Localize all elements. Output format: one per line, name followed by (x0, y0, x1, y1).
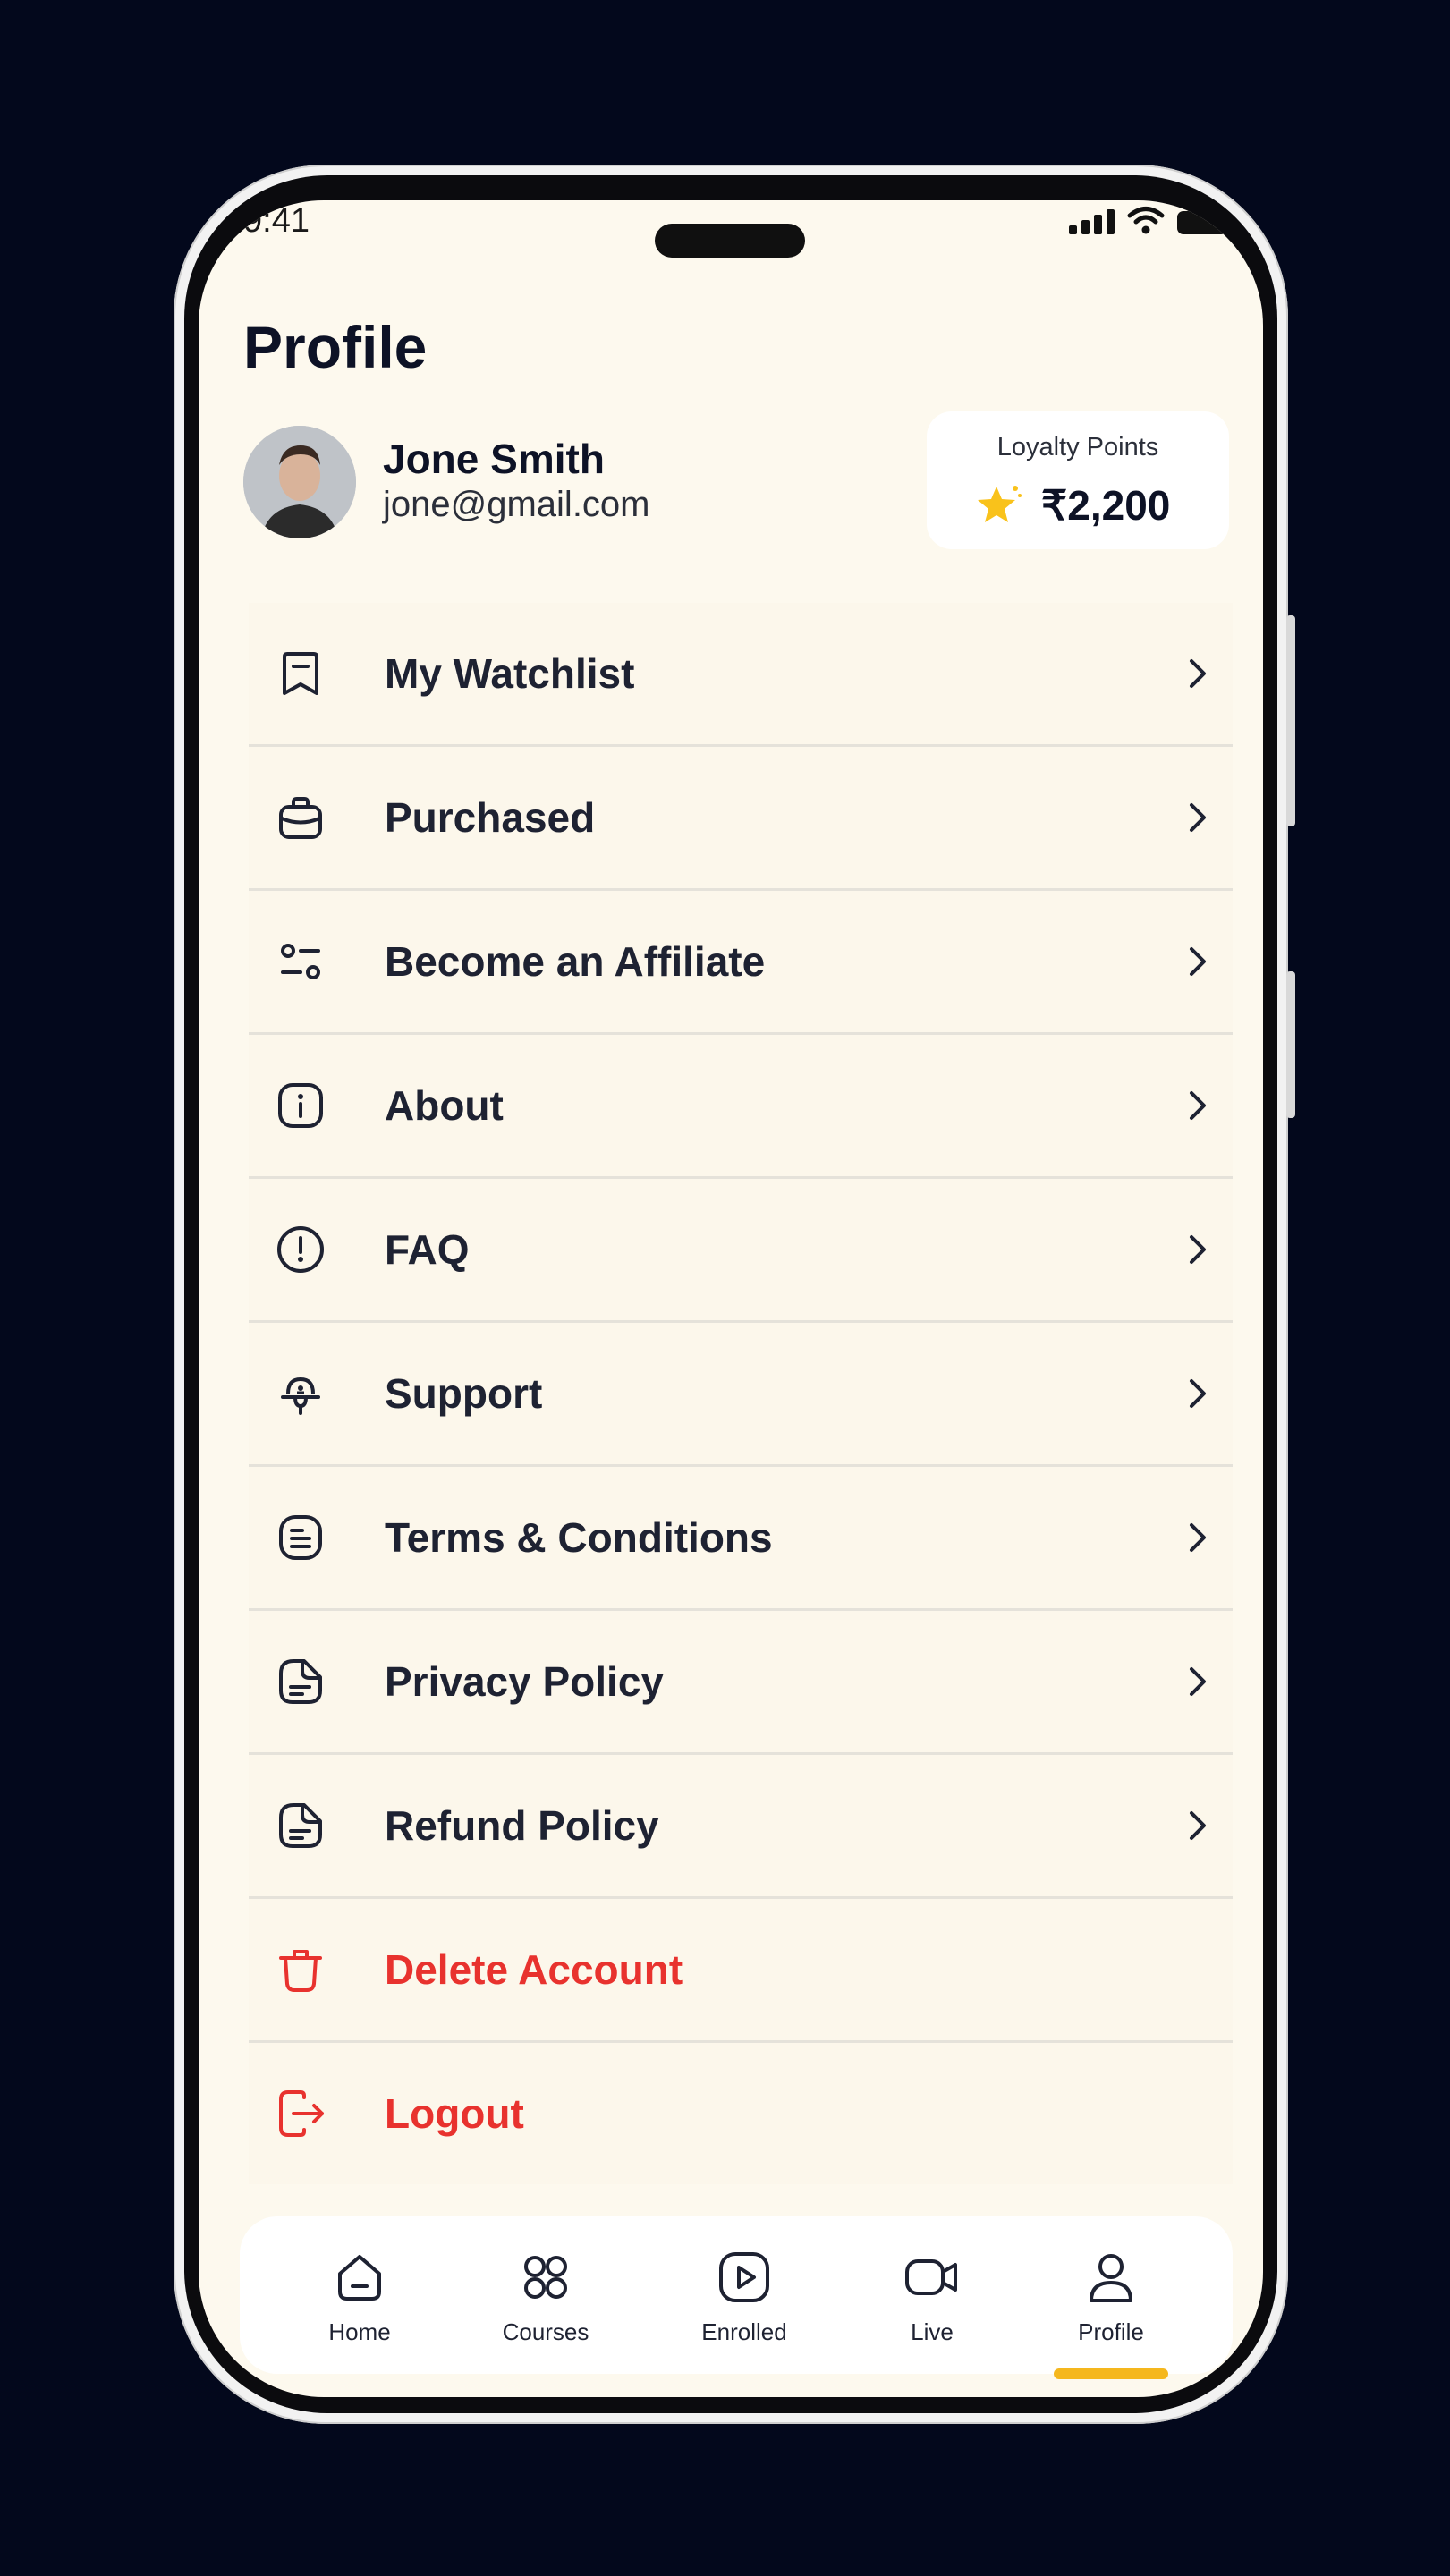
menu-item-support[interactable]: Support (249, 1323, 1233, 1467)
grid-icon (524, 2256, 567, 2299)
side-button-upper (1286, 615, 1295, 826)
tab-live[interactable]: Live (852, 2216, 1013, 2374)
tab-label: Profile (1078, 2318, 1144, 2345)
menu-item-purchased[interactable]: Purchased (249, 747, 1233, 891)
menu-item-privacy-policy[interactable]: Privacy Policy (249, 1611, 1233, 1755)
dynamic-island (655, 224, 805, 258)
active-tab-indicator (1054, 2368, 1168, 2379)
battery-icon (1177, 211, 1227, 234)
menu-item-refund-policy[interactable]: Refund Policy (249, 1755, 1233, 1899)
chevron-right-icon (1190, 947, 1206, 976)
briefcase-icon (279, 797, 322, 839)
menu-item-label: My Watchlist (385, 650, 635, 697)
tab-profile[interactable]: Profile (1030, 2216, 1191, 2374)
file-icon (279, 1659, 322, 1704)
loyalty-label: Loyalty Points (996, 433, 1159, 462)
info-icon (278, 1083, 323, 1128)
chevron-right-icon (1190, 1523, 1206, 1552)
chevron-right-icon (1190, 1379, 1206, 1408)
menu-item-logout[interactable]: Logout (249, 2043, 1233, 2184)
menu-item-label: Delete Account (385, 1946, 683, 1993)
home-icon (338, 2255, 381, 2301)
file-icon (279, 1803, 322, 1848)
chevron-right-icon (1190, 1667, 1206, 1696)
status-time: 9:41 (243, 202, 310, 240)
menu-item-label: Purchased (385, 794, 596, 841)
wifi-icon (1127, 207, 1165, 234)
side-button-lower (1286, 971, 1295, 1118)
chevron-right-icon (1190, 1235, 1206, 1264)
loyalty-card[interactable]: Loyalty Points ₹2,200 (927, 411, 1229, 549)
menu-item-terms[interactable]: Terms & Conditions (249, 1467, 1233, 1611)
tab-label: Enrolled (701, 2318, 787, 2345)
menu-item-label: Become an Affiliate (385, 938, 766, 985)
tab-enrolled[interactable]: Enrolled (664, 2216, 825, 2374)
app-screen: 9:41 Profile Jone Smith jone@gmail.com L… (199, 200, 1263, 2397)
menu-item-about[interactable]: About (249, 1035, 1233, 1179)
menu-item-label: Logout (385, 2090, 524, 2137)
user-name: Jone Smith (383, 436, 605, 482)
tab-courses[interactable]: Courses (465, 2216, 626, 2374)
signal-icon (1069, 208, 1115, 234)
menu-item-label: Privacy Policy (385, 1658, 664, 1705)
page-title: Profile (243, 314, 428, 380)
menu-item-label: FAQ (385, 1226, 470, 1273)
menu-item-become-affiliate[interactable]: Become an Affiliate (249, 891, 1233, 1035)
avatar-photo (243, 426, 356, 538)
chevron-right-icon (1190, 1811, 1206, 1840)
document-icon (279, 1515, 322, 1560)
tab-label: Live (911, 2318, 954, 2345)
video-icon (905, 2259, 957, 2295)
menu-item-label: Support (385, 1370, 543, 1417)
menu-item-my-watchlist[interactable]: My Watchlist (249, 603, 1233, 747)
logout-icon (279, 2090, 324, 2137)
chevron-right-icon (1190, 803, 1206, 832)
support-icon (281, 1377, 320, 1415)
menu-item-label: Terms & Conditions (385, 1514, 773, 1561)
tab-label: Courses (502, 2318, 589, 2345)
status-icons (1069, 206, 1227, 234)
chevron-right-icon (1190, 1091, 1206, 1120)
toggles-icon (281, 944, 320, 979)
user-email: jone@gmail.com (383, 485, 650, 524)
chevron-right-icon (1190, 659, 1206, 688)
loyalty-value: ₹2,200 (1041, 482, 1171, 529)
menu-item-label: About (385, 1082, 504, 1129)
avatar[interactable] (243, 426, 356, 538)
tab-home[interactable]: Home (279, 2216, 440, 2374)
user-icon (1090, 2254, 1132, 2302)
tab-label: Home (328, 2318, 391, 2345)
star-icon (978, 486, 1022, 522)
bottom-tab-bar: Home Courses Enrolled Live Profile (240, 2216, 1233, 2379)
alert-circle-icon (277, 1226, 324, 1273)
bookmark-icon (283, 652, 318, 695)
menu-item-delete-account[interactable]: Delete Account (249, 1899, 1233, 2043)
trash-icon (279, 1950, 322, 1992)
menu-item-faq[interactable]: FAQ (249, 1179, 1233, 1323)
profile-menu: My Watchlist Purchased Become an Affilia… (249, 603, 1233, 2184)
menu-item-label: Refund Policy (385, 1802, 659, 1849)
play-icon (719, 2252, 769, 2302)
